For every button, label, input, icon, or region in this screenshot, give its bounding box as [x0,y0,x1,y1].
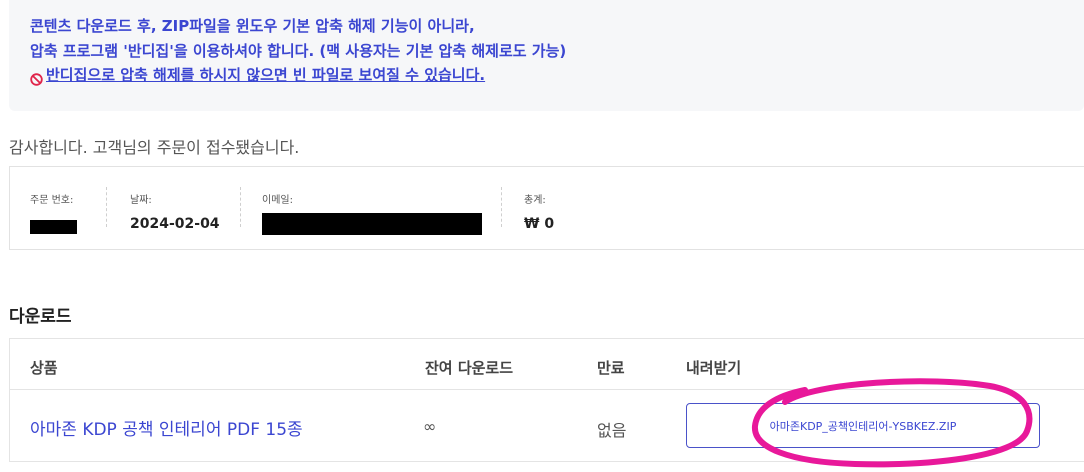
download-file-button[interactable]: 아마존KDP_공책인테리어-YSBKEZ.ZIP [686,403,1040,448]
product-cell: 아마존 KDP 공책 인테리어 PDF 15종 [30,415,303,440]
order-number-label: 주문 번호: [30,195,74,206]
product-link[interactable]: 아마존 KDP 공책 인테리어 PDF 15종 [30,420,303,440]
notice-line-1: 콘텐츠 다운로드 후, ZIP파일을 윈도우 기본 압축 해제 기능이 아니라, [30,17,475,35]
header-expires: 만료 [597,359,625,377]
order-email-label: 이메일: [262,195,293,206]
header-product: 상품 [30,359,58,377]
warning-link[interactable]: 반디집으로 압축 해제를 하시지 않으면 빈 파일로 보여질 수 있습니다. [46,63,485,88]
header-remaining: 잔여 다운로드 [425,359,514,377]
order-total-value: ₩ 0 [524,216,555,232]
download-notice: 콘텐츠 다운로드 후, ZIP파일을 윈도우 기본 압축 해제 기능이 아니라,… [9,0,1084,111]
order-received-message: 감사합니다. 고객님의 주문이 접수됐습니다. [9,138,300,157]
separator [106,187,107,227]
order-date-label: 날짜: [130,195,152,206]
separator [240,187,241,227]
order-number-field: 주문 번호: [30,191,77,234]
header-download: 내려받기 [686,359,742,377]
order-total-label: 총계: [524,195,546,206]
order-total-field: 총계: ₩ 0 [524,191,554,232]
order-date-value: 2024-02-04 [130,216,220,232]
order-email-field: 이메일: [262,191,482,235]
order-date-field: 날짜: 2024-02-04 [130,191,220,232]
notice-warning: 반디집으로 압축 해제를 하시지 않으면 빈 파일로 보여질 수 있습니다. [30,63,1084,88]
order-summary: 주문 번호: 날짜: 2024-02-04 이메일: 총계: ₩ 0 [9,166,1084,250]
downloads-table: 상품 잔여 다운로드 만료 내려받기 아마존 KDP 공책 인테리어 PDF 1… [9,338,1084,462]
expires-value: 없음 [597,421,627,440]
order-number-redacted [30,220,77,234]
separator [501,187,502,227]
remaining-downloads: ∞ [423,417,437,436]
table-divider [10,389,1084,390]
prohibited-icon [30,69,43,86]
notice-line-2: 압축 프로그램 '반디집'을 이용하셔야 합니다. (맥 사용자는 기본 압축 … [30,41,567,60]
order-email-redacted [262,213,482,235]
downloads-title: 다운로드 [9,307,72,327]
